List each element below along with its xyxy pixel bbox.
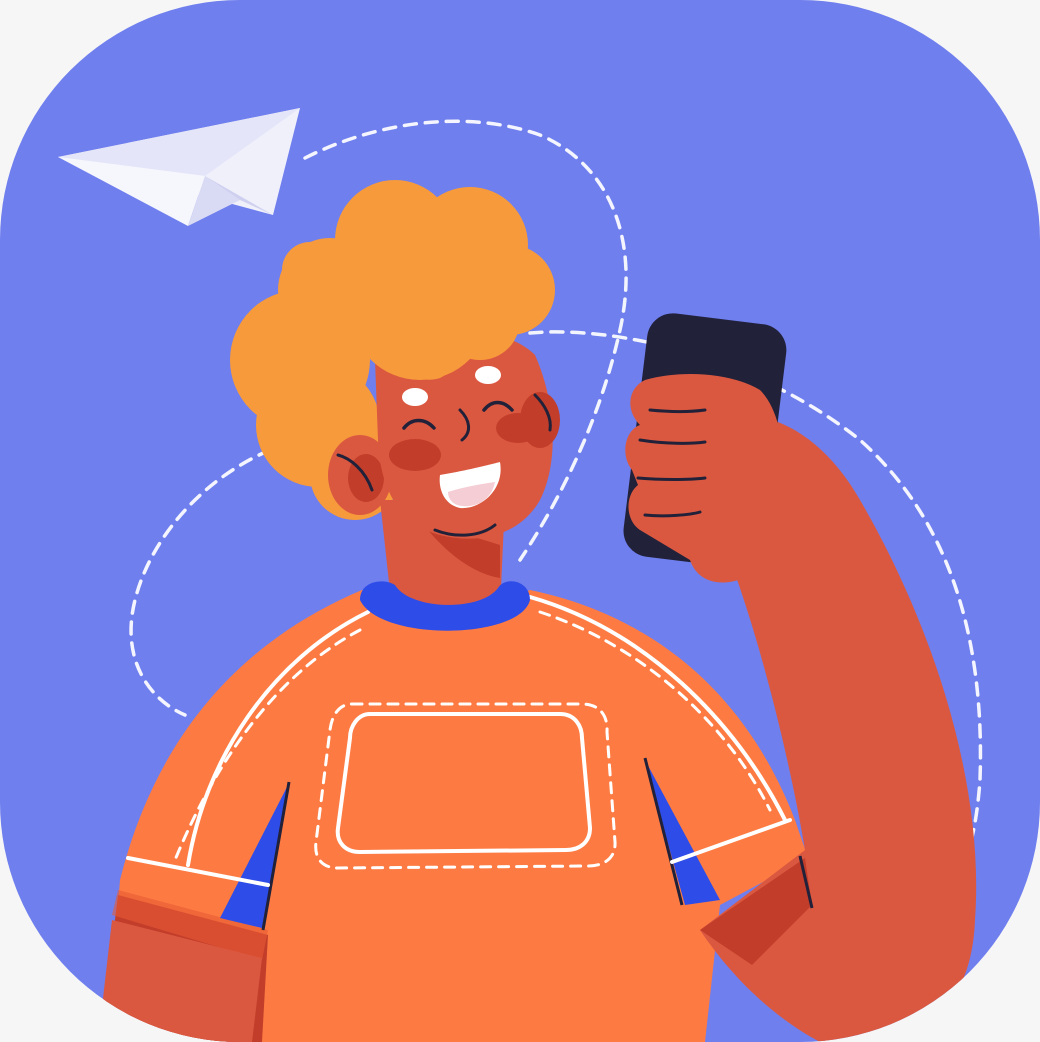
illustration-canvas — [0, 0, 1040, 1042]
cheek-left — [389, 439, 441, 471]
illustration-svg — [0, 0, 1040, 1042]
cheek-right — [496, 413, 540, 443]
